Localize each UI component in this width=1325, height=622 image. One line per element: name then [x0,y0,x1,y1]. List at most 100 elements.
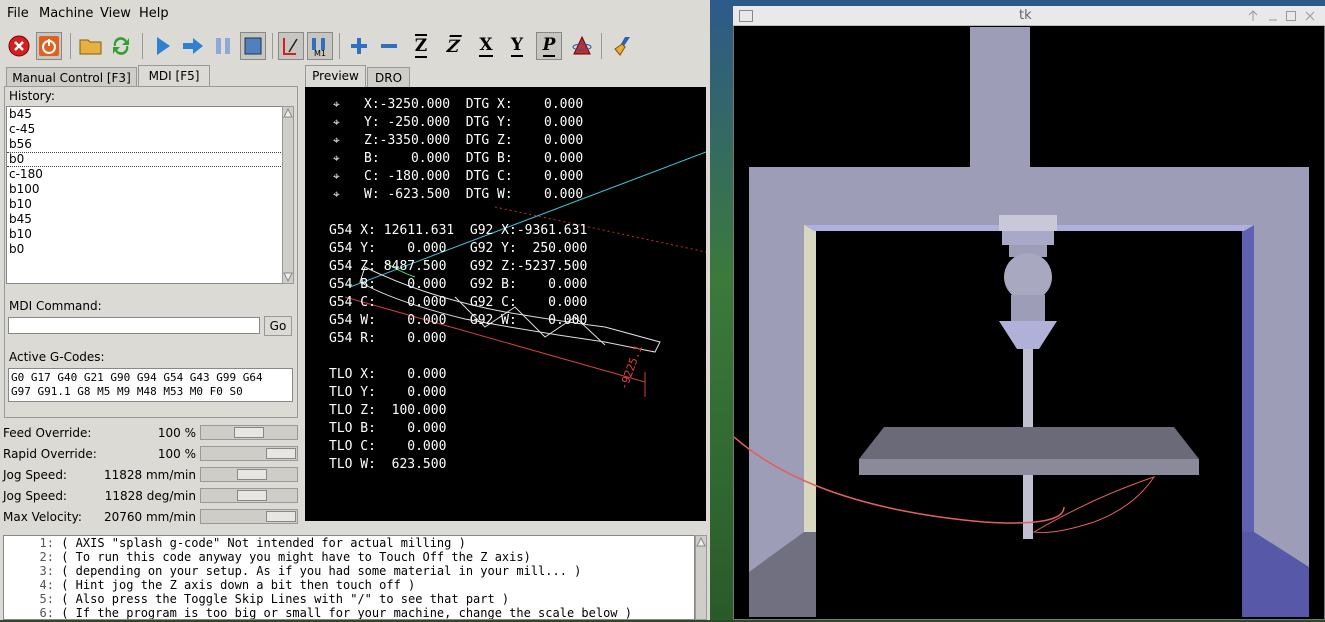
menu-help[interactable]: Help [139,6,169,21]
run-button[interactable] [150,32,176,60]
homed-icon: ⌖ [333,97,340,111]
slider-value: 11828 deg/min [104,489,196,503]
history-item[interactable]: b100 [7,182,285,197]
gcode-line[interactable]: 3: ( depending on your setup. As if you … [4,564,694,578]
reload-button[interactable] [108,32,134,60]
view-x-button[interactable]: X [473,32,499,60]
view-rotated-z-button[interactable]: Z [440,32,466,60]
max-velocity-slider[interactable] [200,509,298,524]
gcode-scrollbar[interactable] [695,535,707,620]
reload-icon [113,37,129,55]
rotate-button[interactable] [569,32,595,60]
rapid-override-row: Rapid Override: 100 % [3,445,299,463]
dro-line: TLO X: 0.000 [329,367,447,382]
slider-thumb[interactable] [266,511,296,522]
power-button[interactable] [36,32,62,60]
tab-dro[interactable]: DRO [367,67,410,87]
zoom-in-icon [351,38,367,54]
touch-off-button[interactable] [278,32,304,60]
estop-button[interactable] [6,32,32,60]
history-item[interactable]: c-45 [7,122,285,137]
slider-value: 100 % [157,426,196,440]
history-list[interactable]: b45 c-45 b56 b0 c-180 b100 b10 b45 b10 b0 [6,106,286,284]
tab-manual-control[interactable]: Manual Control [F3] [6,67,137,87]
mdi-command-input[interactable] [8,317,260,334]
angular-jog-speed-row: Jog Speed: 11828 deg/min [3,487,299,505]
slider-thumb[interactable] [237,469,268,480]
gcode-line[interactable]: 2: ( To run this code anyway you might h… [4,550,694,564]
block-delete-button[interactable] [240,32,266,60]
gcode-listing[interactable]: 1: ( AXIS "splash g-code" Not intended f… [3,535,695,620]
line-number: 1: [39,536,54,550]
dro-line: G54 C: 0.000 G92 C: 0.000 [329,295,588,310]
menu-view[interactable]: View [100,6,131,21]
active-gcodes-line: G97 G91.1 G8 M5 M9 M48 M53 M0 F0 S0 [11,385,243,398]
optional-stop-button[interactable]: M1 [307,32,333,60]
window-menu-icon[interactable] [739,10,753,22]
view-y-button[interactable]: Y [504,32,530,60]
gcode-line[interactable]: 1: ( AXIS "splash g-code" Not intended f… [4,536,694,550]
view-z-icon: Z [414,34,428,58]
angular-jog-speed-slider[interactable] [200,488,298,503]
history-label: History: [9,89,55,103]
slider-thumb[interactable] [237,490,268,501]
minimize-up-icon[interactable] [1247,10,1259,22]
dro-line: X:-3250.000 DTG X: 0.000 [364,97,584,112]
history-item[interactable]: c-180 [7,167,285,182]
step-button[interactable] [180,32,206,60]
pause-icon [216,38,230,54]
open-button[interactable] [78,32,104,60]
slider-thumb[interactable] [266,448,296,459]
line-text: ( If the program is too big or small for… [61,606,632,620]
feed-override-slider[interactable] [200,425,298,440]
slider-label: Max Velocity: [3,510,82,524]
pause-button[interactable] [210,32,236,60]
slider-label: Feed Override: [3,426,92,440]
history-item[interactable]: b0 [7,242,285,257]
minimize-icon[interactable] [1267,10,1279,22]
history-item[interactable]: b10 [7,227,285,242]
machine-3d-view[interactable] [734,7,1324,619]
history-scrollbar[interactable] [282,106,294,284]
slider-label: Rapid Override: [3,447,97,461]
power-icon [39,36,59,56]
preview-canvas[interactable]: ⌖ X:-3250.000 DTG X: 0.000 ⌖ Y: -250.000 DT… [305,87,706,521]
slider-value: 100 % [157,447,196,461]
table-top [859,427,1199,459]
view-p-button[interactable]: P [536,32,562,60]
gcode-line[interactable]: 5: ( Also press the Toggle Skip Lines wi… [4,592,694,606]
clear-live-plot-button[interactable] [610,32,636,60]
jog-speed-slider[interactable] [200,467,298,482]
max-velocity-row: Max Velocity: 20760 mm/min [3,508,299,526]
dro-line: W: -623.500 DTG W: 0.000 [364,187,584,202]
gcode-line[interactable]: 6: ( If the program is too big or small … [4,606,694,620]
history-item[interactable]: b45 [7,107,285,122]
maximize-icon[interactable] [1285,10,1297,22]
zoom-in-button[interactable] [346,32,372,60]
run-icon [157,37,170,55]
tab-mdi[interactable]: MDI [F5] [138,65,210,87]
menu-machine[interactable]: Machine [39,6,93,21]
dro-line: G54 W: 0.000 G92 W: 0.000 [329,313,588,328]
tk-window [733,6,1325,620]
history-item[interactable]: b0 [7,152,285,167]
go-button[interactable]: Go [264,316,292,336]
menu-file[interactable]: File [7,6,29,21]
dro-line: G54 Y: 0.000 G92 Y: 250.000 [329,241,588,256]
scroll-arrows-icon [283,107,293,283]
rotate-icon [572,35,592,55]
history-item[interactable]: b56 [7,137,285,152]
zoom-out-icon [381,44,397,48]
estop-icon [8,35,30,57]
tab-preview[interactable]: Preview [305,65,366,87]
dro-line: C: -180.000 DTG C: 0.000 [364,169,584,184]
rapid-override-slider[interactable] [200,446,298,461]
dro-line: G54 Z: 8487.500 G92 Z:-5237.500 [329,259,588,274]
gcode-line[interactable]: 4: ( Hint jog the Z axis down a bit then… [4,578,694,592]
history-item[interactable]: b10 [7,197,285,212]
history-item[interactable]: b45 [7,212,285,227]
close-icon[interactable] [1304,10,1316,22]
view-z-button[interactable]: Z [408,32,434,60]
zoom-out-button[interactable] [376,32,402,60]
slider-thumb[interactable] [234,427,264,438]
